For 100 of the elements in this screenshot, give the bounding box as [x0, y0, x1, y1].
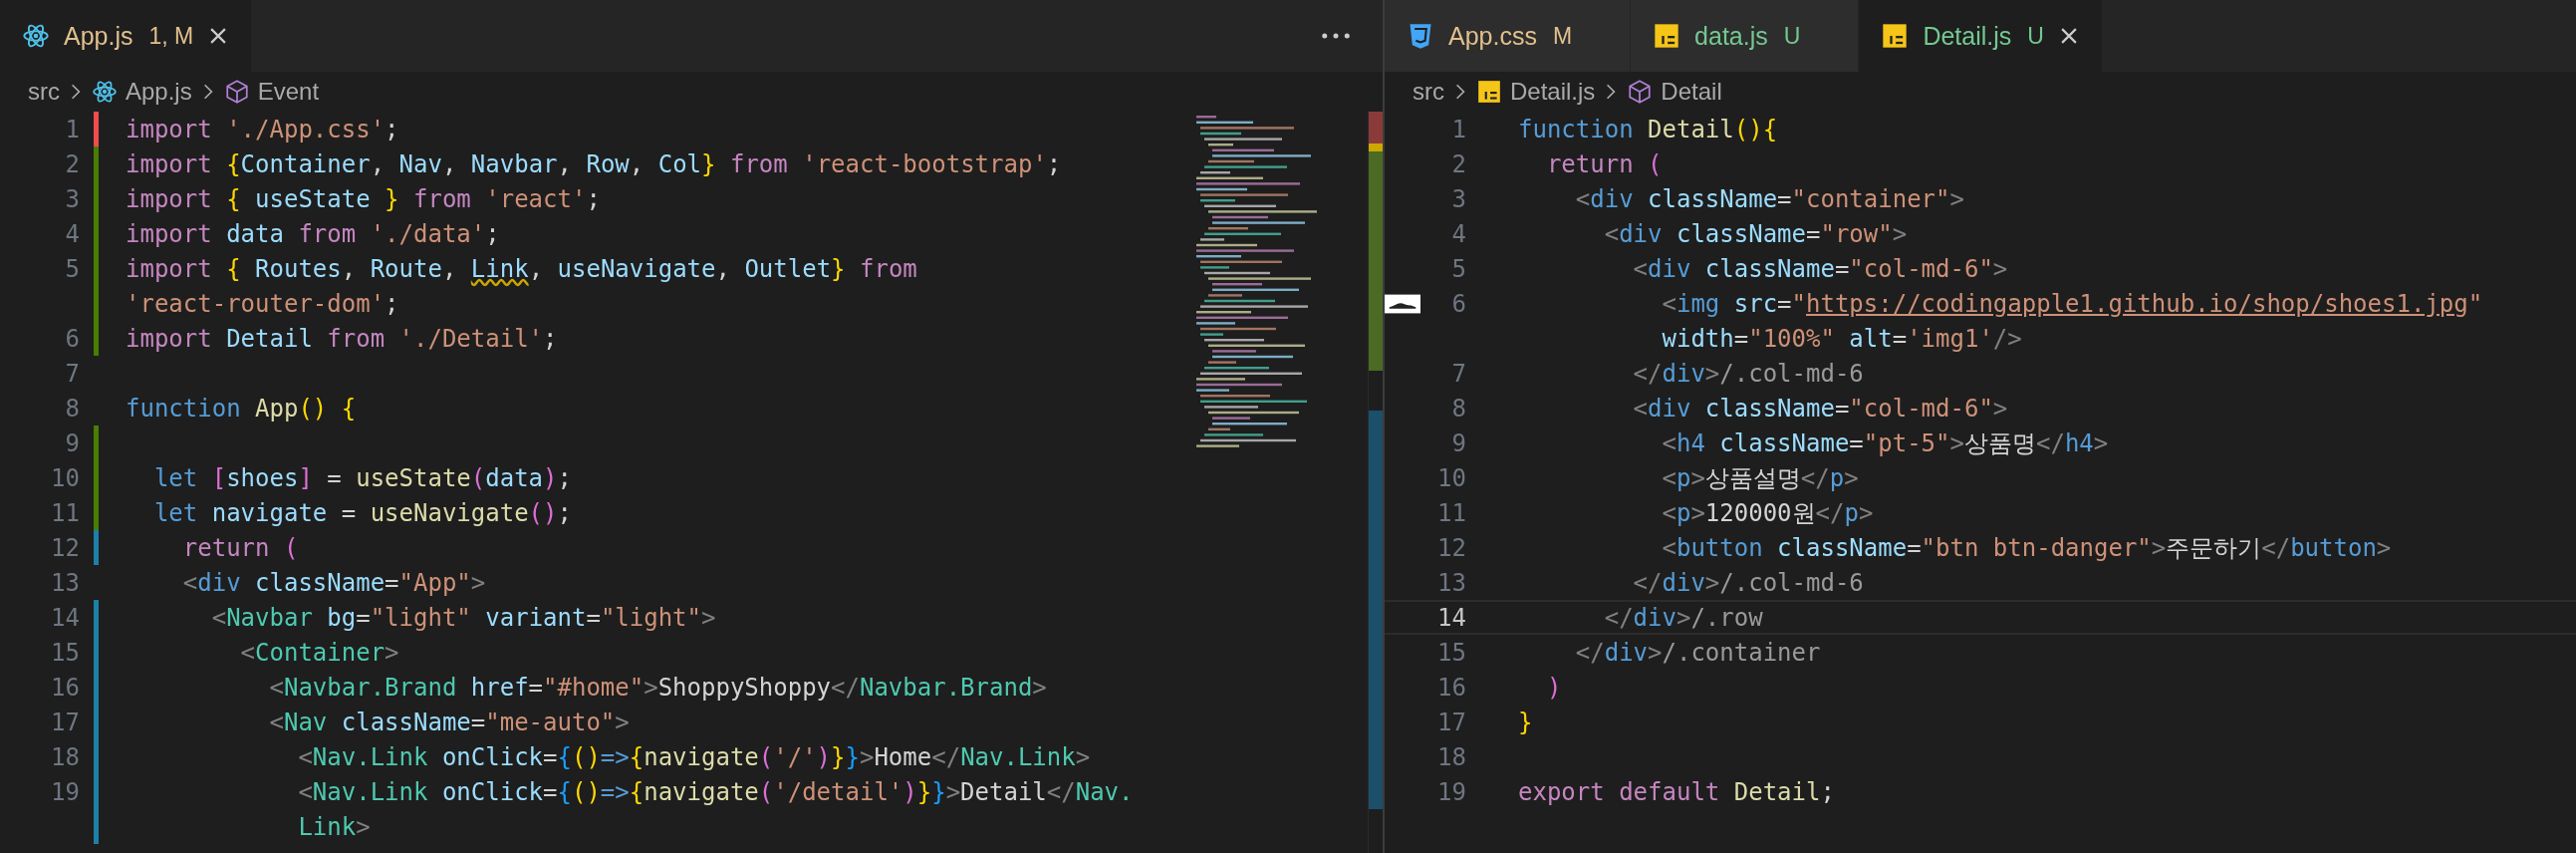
code-line: <div className="row"> [1603, 219, 1908, 248]
editor-tab[interactable]: data.js U [1631, 0, 1860, 72]
code-line: <Navbar bg="light" variant="light"> [210, 603, 716, 632]
code-line: } [1518, 708, 1533, 736]
code-line: </div>/.row [1603, 603, 1763, 632]
code-line: ) [1545, 673, 1562, 702]
line-number: 4 [1450, 219, 1466, 248]
code-line: function App() { [126, 394, 357, 423]
atom-icon [92, 79, 118, 105]
editor-tab[interactable]: Detail.js U [1859, 0, 2103, 72]
line-number: 3 [1450, 184, 1466, 213]
editor-tab[interactable]: App.js 1, M [0, 0, 253, 72]
more-actions-icon[interactable] [1319, 31, 1353, 41]
code-line: Link> [297, 812, 371, 841]
line-number: 5 [64, 254, 80, 283]
line-number: 16 [50, 673, 80, 702]
code-line: </div>/.container [1574, 638, 1821, 667]
line-number: 15 [1436, 638, 1466, 667]
cube-icon [223, 79, 250, 105]
line-number: 13 [1436, 568, 1466, 597]
overview-ruler[interactable] [1368, 112, 1383, 853]
breadcrumb-item[interactable]: App.js [92, 78, 192, 106]
code-line: export default Detail; [1518, 777, 1835, 806]
code-line: import {Container, Nav, Navbar, Row, Col} from 'react-bootstrap'; [126, 149, 1062, 178]
change-marker[interactable] [94, 530, 99, 565]
breadcrumb-item[interactable]: Detail.js [1476, 78, 1596, 106]
code-line: <p>상품설명</p> [1661, 462, 1859, 494]
code-line: <Nav.Link onClick={()=>{navigate('/')}}>Home</Nav.Link> [297, 742, 1091, 771]
chevron-right-icon [70, 83, 82, 101]
code-line: import { useState } from 'react'; [126, 184, 601, 213]
code-line: <div className="col-md-6"> [1632, 254, 2008, 283]
atom-icon [22, 22, 50, 50]
js-file-icon [1653, 22, 1681, 50]
code-line: <img src="https://codingapple1.github.io/shop/shoes1.jpg" [1661, 289, 2483, 318]
code-line: </div>/.col-md-6 [1632, 359, 1864, 388]
breadcrumb-item[interactable]: Event [223, 78, 320, 106]
line-number: 18 [1436, 742, 1466, 771]
line-number: 11 [50, 498, 80, 527]
line-number: 17 [1436, 708, 1466, 736]
change-marker[interactable] [94, 146, 99, 181]
line-number: 9 [64, 428, 80, 457]
line-number: 8 [64, 394, 80, 423]
line-number: 6 [1450, 289, 1466, 318]
line-number: 19 [50, 777, 80, 806]
code-line: </div>/.col-md-6 [1632, 568, 1864, 597]
line-number: 6 [64, 324, 80, 353]
code-line: <h4 className="pt-5">상품명</h4> [1661, 427, 2109, 459]
line-number: 9 [1450, 428, 1466, 457]
line-number: 15 [50, 638, 80, 667]
line-number: 13 [50, 568, 80, 597]
code-line: let [shoes] = useState(data); [152, 463, 572, 492]
chevron-right-icon [1605, 83, 1618, 101]
code-line: <div className="col-md-6"> [1632, 394, 2008, 423]
line-number: 3 [64, 184, 80, 213]
code-line: return ( [181, 533, 299, 562]
code-line: <Navbar.Brand href="#home">ShoppyShoppy</Navbar.Brand> [268, 673, 1047, 702]
line-number: 8 [1450, 394, 1466, 423]
change-marker[interactable] [94, 321, 99, 356]
code-line: return ( [1545, 149, 1663, 178]
js-file-icon [1881, 22, 1910, 50]
code-line: import { Routes, Route, Link, useNavigate, Outlet} from [126, 254, 917, 283]
change-marker[interactable] [94, 426, 99, 460]
code-line: let navigate = useNavigate(); [152, 498, 572, 527]
line-number: 5 [1450, 254, 1466, 283]
change-marker[interactable] [94, 112, 99, 146]
code-line: <Nav className="me-auto"> [268, 708, 630, 736]
code-line: import data from './data'; [126, 219, 500, 248]
change-marker[interactable] [94, 600, 99, 635]
line-number: 2 [64, 149, 80, 178]
line-number: 4 [64, 219, 80, 248]
editor-tab[interactable]: App.css M [1385, 0, 1632, 72]
code-line: import './App.css'; [126, 115, 399, 143]
breadcrumb-item[interactable]: src [1413, 78, 1444, 106]
line-number: 7 [1450, 359, 1466, 388]
line-number: 2 [1450, 149, 1466, 178]
change-marker[interactable] [94, 809, 99, 844]
code-line: <div className="container"> [1574, 184, 1964, 213]
code-line: 'react-router-dom'; [126, 289, 399, 318]
cube-icon [1627, 79, 1654, 105]
line-number: 10 [1436, 463, 1466, 492]
line-number: 12 [50, 533, 80, 562]
code-line: <p>120000원</p> [1661, 497, 1874, 529]
code-line: function Detail(){ [1518, 115, 1778, 143]
code-line: width="100%" alt='img1'/> [1661, 324, 2022, 353]
line-number: 12 [1436, 533, 1466, 562]
code-line: <Container> [239, 638, 399, 667]
line-number: 11 [1436, 498, 1466, 527]
breadcrumb-item[interactable]: Detail [1627, 78, 1722, 106]
line-number: 18 [50, 742, 80, 771]
code-line: <button className="btn btn-danger">주문하기</button> [1661, 532, 2392, 564]
change-marker[interactable] [94, 495, 99, 530]
line-number: 16 [1436, 673, 1466, 702]
line-number: 14 [50, 603, 80, 632]
line-number: 7 [64, 359, 80, 388]
code-line: <Nav.Link onClick={()=>{navigate('/detail')}}>Detail</Nav. [297, 777, 1134, 806]
breadcrumb-item[interactable]: src [28, 78, 60, 106]
line-number: 14 [1436, 603, 1466, 632]
line-number: 1 [64, 115, 80, 143]
chevron-right-icon [1454, 83, 1466, 101]
chevron-right-icon [201, 83, 214, 101]
